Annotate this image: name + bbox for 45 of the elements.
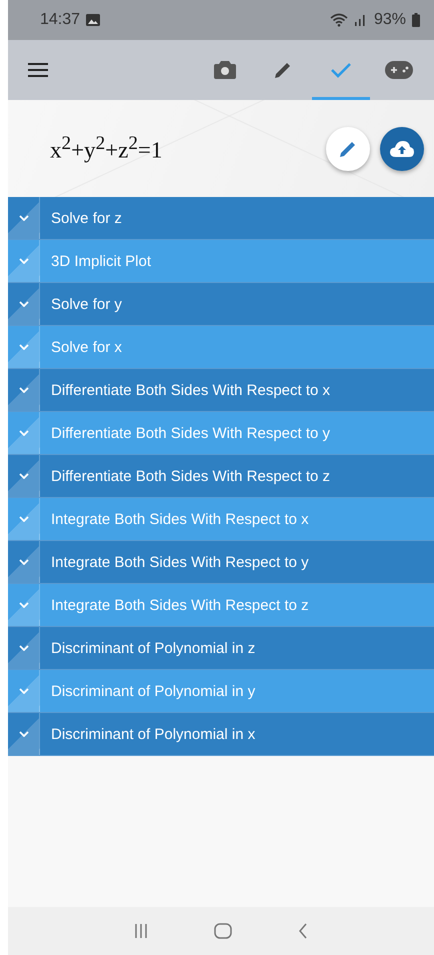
row-label: Differentiate Both Sides With Respect to x	[50, 382, 330, 398]
result-row[interactable]: Integrate Both Sides With Respect to y	[8, 541, 434, 584]
camera-icon	[214, 61, 236, 79]
pencil-icon	[339, 140, 357, 158]
image-icon	[86, 14, 100, 26]
recent-apps-icon[interactable]	[134, 923, 148, 939]
row-label: Differentiate Both Sides With Respect to z	[50, 468, 330, 484]
result-row[interactable]: Integrate Both Sides With Respect to z	[8, 584, 434, 627]
wifi-icon	[330, 13, 348, 27]
result-row[interactable]: Solve for z	[8, 197, 434, 240]
row-label: Solve for z	[50, 210, 122, 226]
result-row[interactable]: Differentiate Both Sides With Respect to z	[8, 455, 434, 498]
pencil-icon	[274, 61, 292, 79]
row-label: Discriminant of Polynomial in z	[50, 640, 256, 656]
row-label: Integrate Both Sides With Respect to z	[50, 596, 309, 614]
row-label: Solve for y	[50, 296, 122, 312]
upload-button[interactable]	[380, 126, 424, 170]
battery-percent: 93%	[374, 11, 406, 29]
cloud-upload-icon	[390, 140, 414, 156]
result-row[interactable]: Differentiate Both Sides With Respect to y	[8, 412, 434, 455]
home-icon[interactable]	[214, 923, 232, 939]
row-label: Discriminant of Polynomial in x	[50, 726, 256, 742]
result-row[interactable]: Discriminant of Polynomial in x	[8, 713, 434, 756]
back-icon[interactable]	[298, 923, 308, 939]
row-label: Solve for x	[50, 338, 122, 356]
row-label: Differentiate Both Sides With Respect to y	[50, 424, 330, 442]
check-icon	[330, 62, 352, 78]
equation-text: x$^{2}$+y$^{2}$+z$^{2}$=1	[50, 133, 162, 164]
menu-icon	[28, 63, 48, 77]
result-row[interactable]: Differentiate Both Sides With Respect to x	[8, 369, 434, 412]
status-time: 14:37	[40, 11, 80, 29]
row-label: Integrate Both Sides With Respect to y	[50, 554, 309, 570]
row-label: Integrate Both Sides With Respect to x	[50, 510, 309, 528]
row-label: Discriminant of Polynomial in y	[50, 682, 256, 700]
result-row[interactable]: Solve for x	[8, 326, 434, 369]
signal-icon	[354, 14, 366, 26]
result-row[interactable]: Solve for y	[8, 283, 434, 326]
result-row[interactable]: Discriminant of Polynomial in z	[8, 627, 434, 670]
result-row[interactable]: Discriminant of Polynomial in y	[8, 670, 434, 713]
result-row[interactable]: Integrate Both Sides With Respect to x	[8, 498, 434, 541]
row-label: 3D Implicit Plot	[50, 252, 152, 270]
edit-button[interactable]	[326, 126, 370, 170]
battery-icon	[412, 13, 420, 27]
gamepad-icon	[385, 61, 413, 79]
result-row[interactable]: 3D Implicit Plot	[8, 240, 434, 283]
